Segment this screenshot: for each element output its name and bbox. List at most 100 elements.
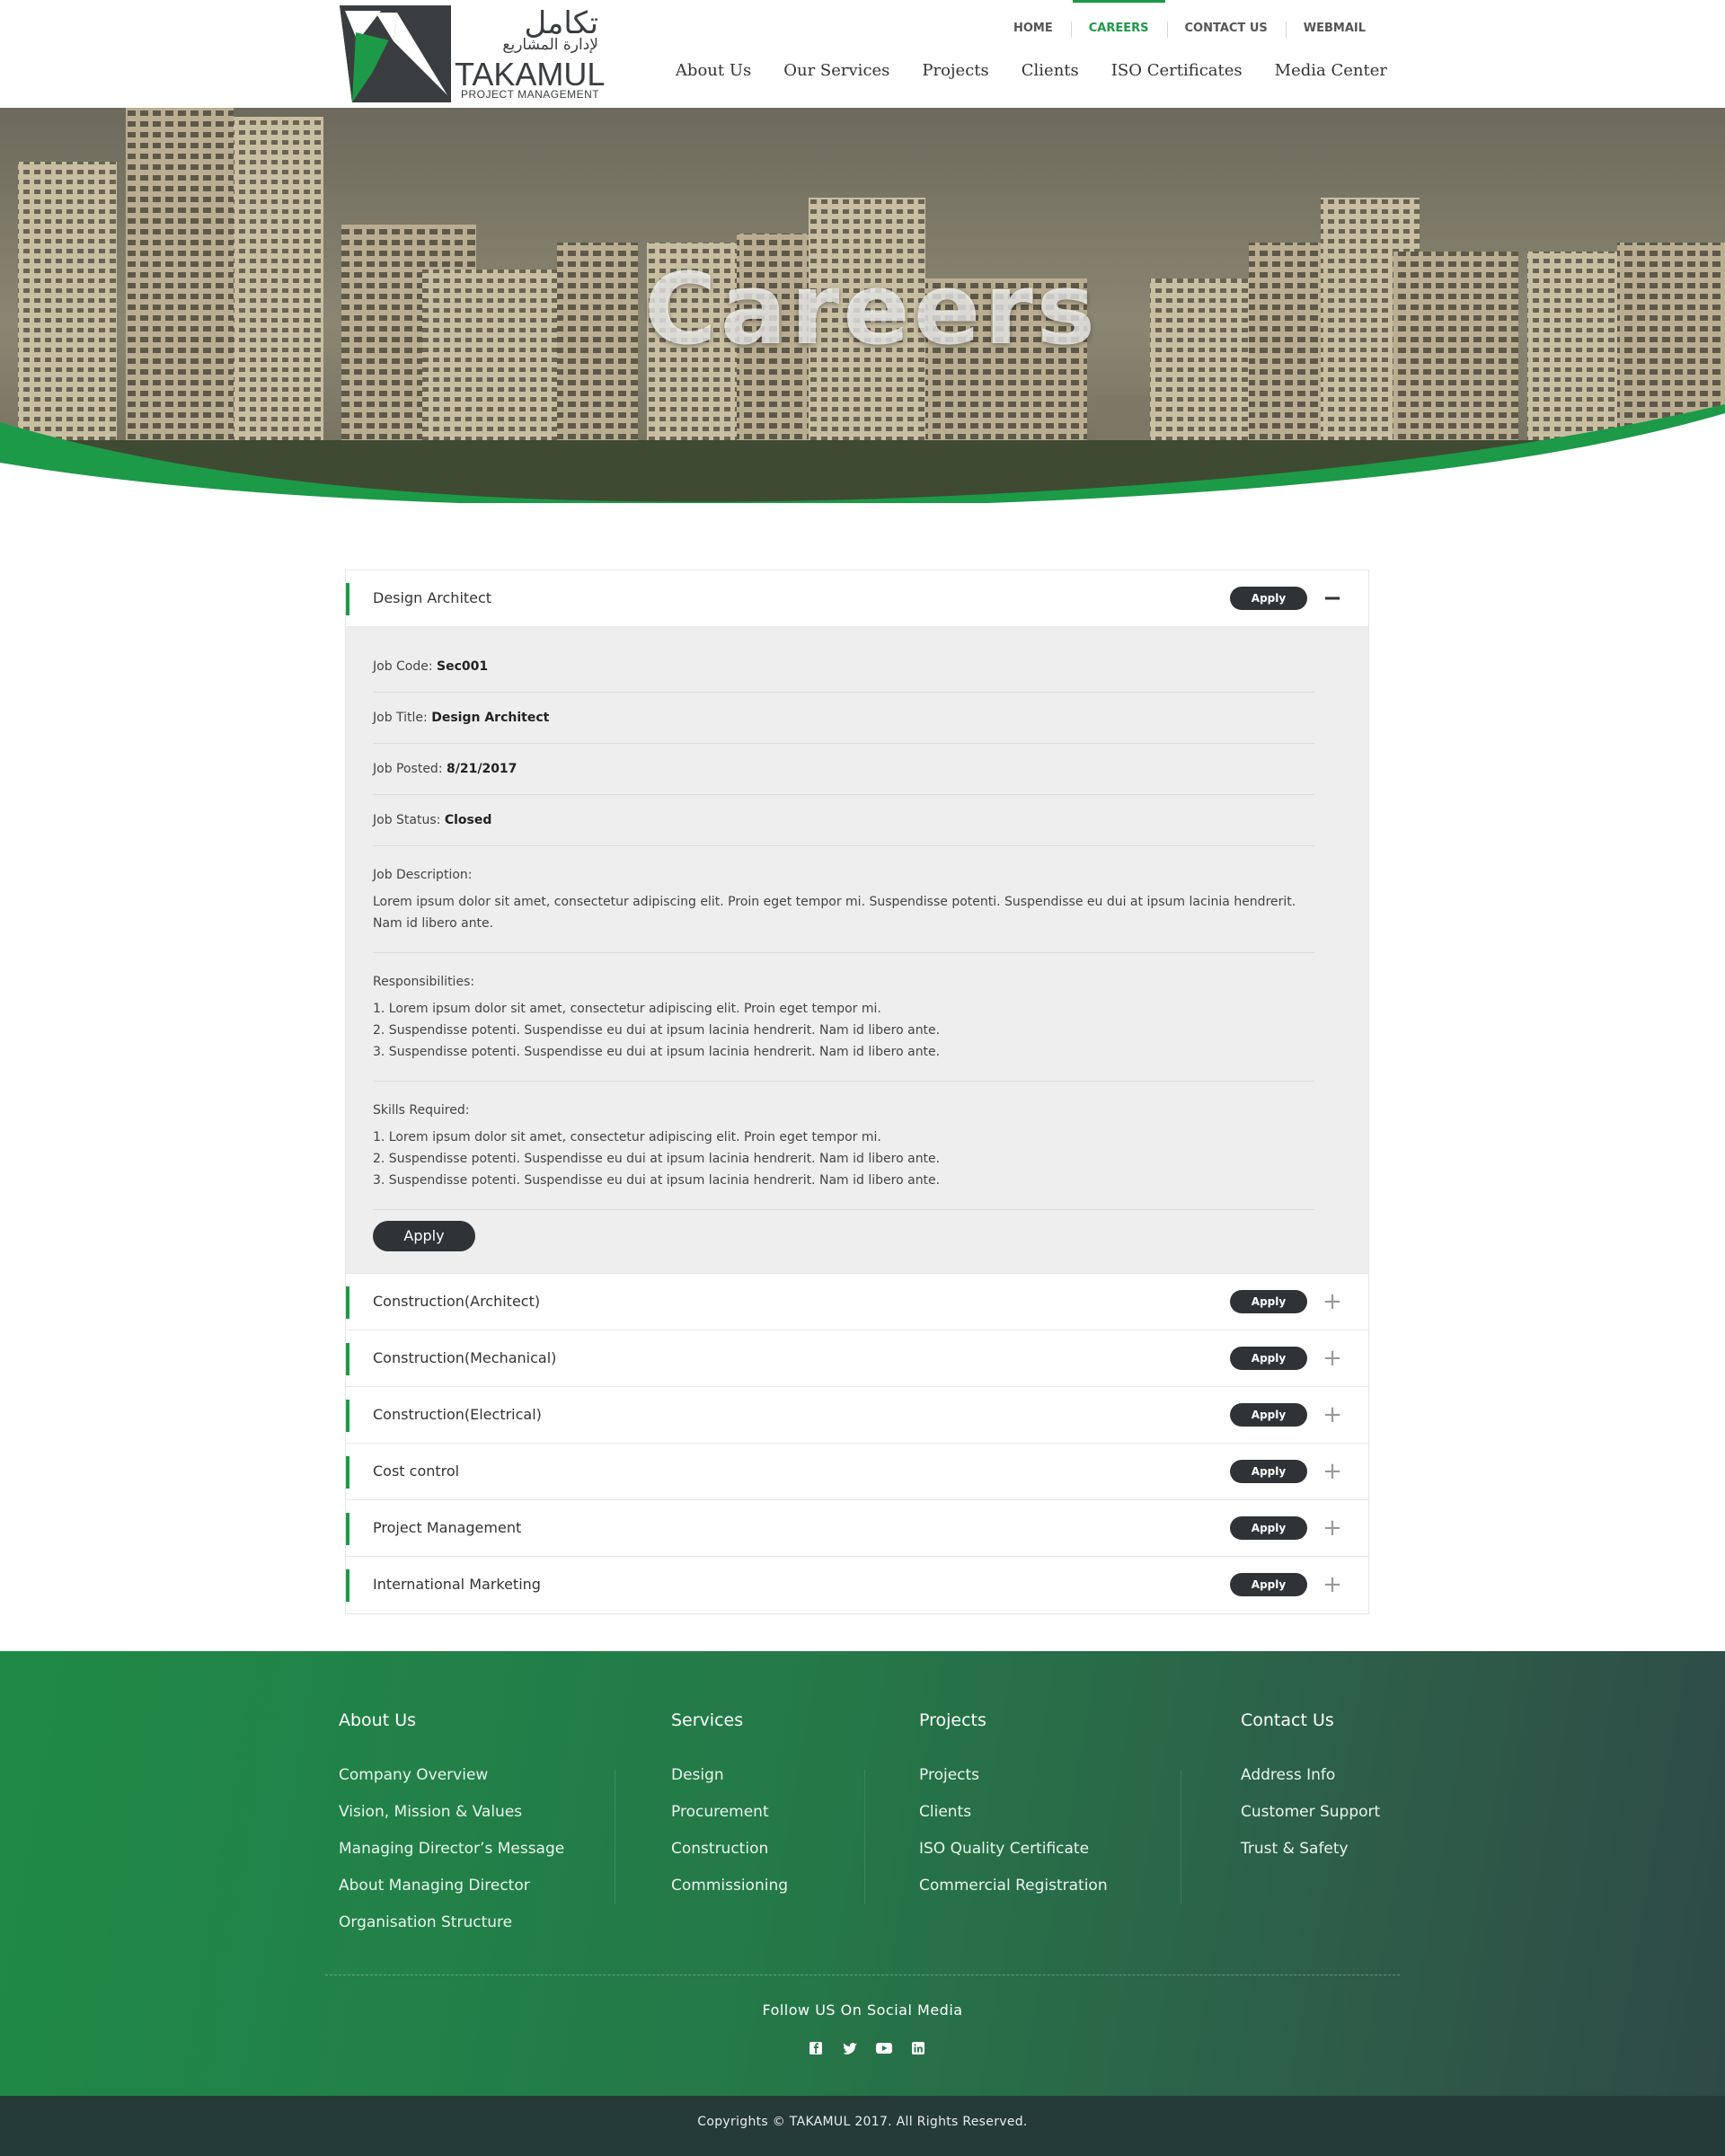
expand-plus-icon[interactable]: + (1322, 1290, 1343, 1313)
footer-services-heading: Services (671, 1710, 744, 1730)
job-header-project-management[interactable]: Project Management Apply + (346, 1500, 1368, 1557)
footer-link[interactable]: Trust & Safety (1241, 1831, 1380, 1868)
main-nav-projects[interactable]: Projects (922, 61, 988, 80)
body-apply-row: Apply (373, 1210, 1314, 1273)
apply-button[interactable]: Apply (1230, 1290, 1307, 1313)
apply-button[interactable]: Apply (1230, 1347, 1307, 1370)
footer-link[interactable]: Projects (919, 1757, 1108, 1794)
collapse-minus-icon[interactable]: − (1322, 587, 1343, 610)
apply-now-button[interactable]: Apply (373, 1221, 475, 1251)
job-posted-row: Job Posted: 8/21/2017 (373, 744, 1314, 795)
jobs-accordion: Design Architect Apply − Job Code: Sec00… (345, 570, 1369, 1614)
job-header-international-marketing[interactable]: International Marketing Apply + (346, 1557, 1368, 1613)
job-description-text: Lorem ipsum dolor sit amet, consectetur … (373, 895, 1296, 931)
footer-link[interactable]: Construction (671, 1831, 788, 1868)
main-nav-about-us[interactable]: About Us (676, 61, 751, 80)
job-code-label: Job Code: (373, 659, 433, 674)
footer-link[interactable]: Customer Support (1241, 1794, 1380, 1831)
follow-us-text: Follow US On Social Media (762, 2001, 963, 2019)
main-nav-iso-certificates[interactable]: ISO Certificates (1111, 61, 1243, 80)
footer-link[interactable]: Commercial Registration (919, 1868, 1108, 1904)
expand-plus-icon[interactable]: + (1322, 1460, 1343, 1483)
footer-link[interactable]: Address Info (1241, 1757, 1380, 1794)
job-header-construction-mechanical[interactable]: Construction(Mechanical) Apply + (346, 1330, 1368, 1387)
job-posted-label: Job Posted: (373, 762, 443, 776)
apply-button[interactable]: Apply (1230, 587, 1307, 610)
job-title: International Marketing (373, 1576, 541, 1593)
apply-button[interactable]: Apply (1230, 1460, 1307, 1483)
skill-item: 3. Suspendisse potenti. Suspendisse eu d… (373, 1173, 941, 1188)
job-details-panel: Job Code: Sec001 Job Title: Design Archi… (346, 627, 1368, 1274)
job-title-row: Job Title: Design Architect (373, 693, 1314, 744)
job-accent-bar (346, 1456, 349, 1489)
footer-about-heading: About Us (339, 1710, 417, 1730)
skill-item: 2. Suspendisse potenti. Suspendisse eu d… (373, 1152, 941, 1166)
job-header-construction-electrical[interactable]: Construction(Electrical) Apply + (346, 1387, 1368, 1444)
job-accent-bar (346, 1569, 349, 1602)
footer-projects-column: Projects Projects Clients ISO Quality Ce… (919, 1710, 1108, 1904)
job-status-label: Job Status: (373, 813, 441, 827)
copyright-bar: Copyrights © TAKAMUL 2017. All Rights Re… (0, 2096, 1725, 2156)
job-title-value: Design Architect (431, 711, 550, 725)
main-nav-media-center[interactable]: Media Center (1275, 61, 1387, 80)
footer-services-column: Services Design Procurement Construction… (671, 1710, 788, 1904)
footer-link[interactable]: Clients (919, 1794, 1108, 1831)
youtube-icon[interactable] (875, 2039, 893, 2057)
skills-label: Skills Required: (373, 1103, 470, 1118)
job-title: Construction(Mechanical) (373, 1349, 557, 1366)
responsibilities-label: Responsibilities: (373, 975, 475, 989)
responsibility-item: 1. Lorem ipsum dolor sit amet, consectet… (373, 1002, 881, 1016)
apply-button[interactable]: Apply (1230, 1573, 1307, 1596)
logo-arabic-tagline: لإدارة المشاريع (502, 36, 598, 54)
top-nav-webmail[interactable]: WEBMAIL (1285, 0, 1384, 41)
job-posted-value: 8/21/2017 (447, 762, 518, 776)
expand-plus-icon[interactable]: + (1322, 1347, 1343, 1370)
job-accent-bar (346, 1286, 349, 1319)
footer-link[interactable]: ISO Quality Certificate (919, 1831, 1108, 1868)
job-header-cost-control[interactable]: Cost control Apply + (346, 1444, 1368, 1500)
expand-plus-icon[interactable]: + (1322, 1516, 1343, 1540)
footer-link[interactable]: Company Overview (339, 1757, 564, 1794)
job-code-value: Sec001 (437, 659, 489, 674)
twitter-icon[interactable] (841, 2039, 859, 2057)
top-nav-contact-us[interactable]: CONTACT US (1166, 0, 1286, 41)
job-status-value: Closed (444, 813, 492, 827)
job-title: Project Management (373, 1519, 522, 1536)
footer-link[interactable]: Commissioning (671, 1868, 788, 1904)
site-header: تكامل لإدارة المشاريع TAKAMUL PROJECT MA… (0, 0, 1725, 108)
footer-link[interactable]: Managing Director’s Message (339, 1831, 564, 1868)
top-nav-careers[interactable]: CAREERS (1070, 0, 1167, 41)
apply-button[interactable]: Apply (1230, 1403, 1307, 1427)
logo-arabic-name: تكامل (524, 5, 598, 41)
job-accent-bar (346, 1513, 349, 1545)
job-status-row: Job Status: Closed (373, 795, 1314, 846)
job-header-design-architect[interactable]: Design Architect Apply − (346, 570, 1368, 627)
expand-plus-icon[interactable]: + (1322, 1573, 1343, 1596)
job-title: Cost control (373, 1462, 460, 1480)
facebook-icon[interactable] (807, 2039, 825, 2057)
footer-link[interactable]: Vision, Mission & Values (339, 1794, 564, 1831)
job-accent-bar (346, 1343, 349, 1375)
apply-button[interactable]: Apply (1230, 1516, 1307, 1540)
top-nav-home[interactable]: HOME (995, 0, 1071, 41)
main-nav-clients[interactable]: Clients (1022, 61, 1079, 80)
expand-plus-icon[interactable]: + (1322, 1403, 1343, 1427)
job-description-row: Job Description: Lorem ipsum dolor sit a… (373, 846, 1314, 953)
footer-projects-heading: Projects (919, 1710, 986, 1730)
main-nav-our-services[interactable]: Our Services (783, 61, 889, 80)
footer-link[interactable]: Procurement (671, 1794, 788, 1831)
logo-mark-icon (340, 5, 451, 102)
footer-link[interactable]: Organisation Structure (339, 1904, 564, 1941)
site-footer: About Us Company Overview Vision, Missio… (0, 1651, 1725, 2096)
footer-about-column: About Us Company Overview Vision, Missio… (339, 1710, 564, 1941)
takamul-logo[interactable]: تكامل لإدارة المشاريع TAKAMUL PROJECT MA… (340, 5, 605, 102)
job-title-label: Job Title: (373, 711, 428, 725)
linkedin-icon[interactable] (909, 2039, 927, 2057)
job-accent-bar (346, 1400, 349, 1432)
job-description-label: Job Description: (373, 868, 473, 882)
footer-link[interactable]: About Managing Director (339, 1868, 564, 1904)
footer-link[interactable]: Design (671, 1757, 788, 1794)
job-header-construction-architect[interactable]: Construction(Architect) Apply + (346, 1274, 1368, 1330)
job-title: Construction(Architect) (373, 1293, 541, 1310)
skills-row: Skills Required: 1. Lorem ipsum dolor si… (373, 1082, 1314, 1210)
